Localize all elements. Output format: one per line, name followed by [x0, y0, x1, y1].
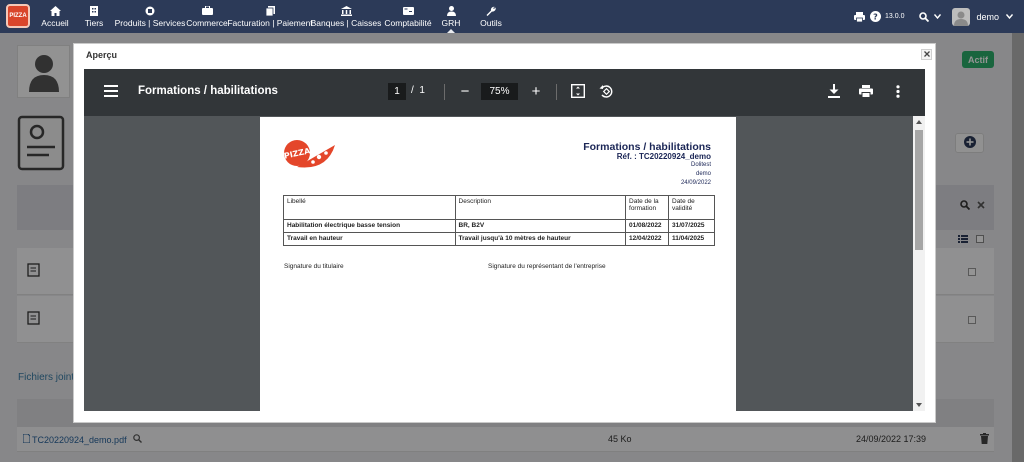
pdf-user: demo	[695, 171, 711, 177]
svg-text:?: ?	[873, 12, 878, 21]
page-separator: /	[411, 85, 414, 96]
signature-holder-label: Signature du titulaire	[284, 263, 344, 270]
column-header: Date de validité	[668, 195, 715, 220]
print-icon[interactable]	[858, 83, 874, 99]
help-icon[interactable]: ?	[869, 10, 882, 23]
menu-label: GRH	[441, 18, 461, 28]
company-logo[interactable]: PIZZA	[6, 4, 30, 28]
wrench-icon	[485, 5, 497, 16]
column-header: Date de la formation	[625, 195, 669, 220]
menu-label: Outils	[480, 18, 502, 28]
username[interactable]: demo	[976, 12, 999, 22]
top-navbar: PIZZA Accueil Tiers Produits | Services …	[0, 0, 1024, 33]
close-button[interactable]	[921, 49, 932, 60]
user-icon	[445, 5, 457, 16]
trainings-table: Libellé Description Date de la formation…	[283, 195, 715, 246]
scroll-up-arrow[interactable]	[916, 120, 922, 124]
total-pages: 1	[419, 85, 425, 96]
cell-date-formation: 01/08/2022	[625, 219, 669, 233]
menu-label: Tiers	[84, 18, 104, 28]
cube-icon	[144, 5, 156, 16]
column-header: Libellé	[283, 195, 456, 220]
page-total: / 1	[411, 85, 425, 96]
pdf-company: Dolitest	[690, 162, 711, 168]
zoom-out-button[interactable]: −	[458, 82, 472, 100]
table-row: Habilitation électrique basse tension BR…	[283, 219, 715, 233]
pdf-page: PIZZA Formations / habilitations Réf. : …	[260, 117, 736, 411]
rotate-icon[interactable]	[598, 83, 614, 99]
cell-date-validite: 11/04/2025	[668, 232, 715, 246]
pdf-viewer: Formations / habilitations 1 / 1 − 75% +…	[84, 69, 925, 411]
menu-icon[interactable]	[104, 85, 118, 97]
signature-company-label: Signature du représentant de l'entrepris…	[488, 263, 606, 270]
menu-item-tiers[interactable]: Tiers	[74, 0, 114, 33]
scroll-thumb[interactable]	[915, 130, 923, 250]
column-header: Description	[454, 195, 627, 220]
menu-item-produits-services[interactable]: Produits | Services	[114, 0, 186, 33]
version-label: 13.0.0	[885, 13, 905, 20]
pdf-scrollbar[interactable]	[913, 116, 925, 411]
pizza-logo: PIZZA	[283, 137, 338, 177]
zoom-in-button[interactable]: +	[529, 82, 543, 100]
menu-label: Commerce	[186, 18, 228, 28]
zoom-level[interactable]: 75%	[481, 83, 518, 100]
main-menu: Accueil Tiers Produits | Services Commer…	[36, 0, 516, 33]
menu-item-commerce[interactable]: Commerce	[186, 0, 228, 33]
toolbar-divider	[444, 84, 445, 100]
menu-label: Facturation | Paiement	[227, 18, 313, 28]
menu-label: Banques | Caisses	[310, 18, 382, 28]
download-icon[interactable]	[826, 83, 842, 99]
pdf-toolbar: Formations / habilitations 1 / 1 − 75% +	[84, 69, 925, 116]
bank-icon	[340, 5, 352, 16]
menu-label: Comptabilité	[384, 18, 432, 28]
scroll-down-arrow[interactable]	[916, 403, 922, 407]
building-icon	[88, 5, 100, 16]
cell-description: Travail jusqu'à 10 mètres de hauteur	[454, 232, 627, 246]
page-number-input[interactable]: 1	[388, 83, 406, 100]
menu-label: Produits | Services	[114, 18, 186, 28]
menu-item-grh[interactable]: GRH	[436, 0, 466, 33]
cell-date-formation: 12/04/2022	[625, 232, 669, 246]
menu-label: Accueil	[41, 18, 69, 28]
home-icon	[49, 5, 61, 16]
logo-text: PIZZA	[9, 13, 27, 19]
chevron-down-icon[interactable]	[1005, 10, 1014, 23]
menu-item-banques-caisses[interactable]: Banques | Caisses	[310, 0, 382, 33]
briefcase-icon	[201, 5, 213, 16]
chevron-down-icon[interactable]	[933, 10, 942, 23]
printer-icon[interactable]	[853, 10, 866, 23]
cell-libelle: Habilitation électrique basse tension	[283, 219, 456, 233]
menu-item-outils[interactable]: Outils	[466, 0, 516, 33]
cell-date-validite: 31/07/2025	[668, 219, 715, 233]
file-invoice-icon	[264, 5, 276, 16]
pdf-date: 24/09/2022	[680, 180, 711, 186]
more-options-icon[interactable]	[890, 83, 906, 99]
fit-page-icon[interactable]	[570, 83, 586, 99]
menu-item-facturation[interactable]: Facturation | Paiement	[227, 0, 313, 33]
close-icon	[923, 50, 930, 59]
pdf-reference: Réf. : TC20220924_demo	[616, 152, 711, 161]
table-row: Travail en hauteur Travail jusqu'à 10 mè…	[283, 232, 715, 246]
modal-title: Aperçu	[86, 50, 118, 60]
cell-libelle: Travail en hauteur	[283, 232, 456, 246]
user-avatar[interactable]	[952, 7, 971, 26]
navbar-tools: ? 13.0.0 demo	[850, 0, 1024, 33]
calculator-icon	[402, 5, 414, 16]
pdf-document-title: Formations / habilitations	[138, 85, 278, 97]
menu-item-accueil[interactable]: Accueil	[36, 0, 74, 33]
cell-description: BR, B2V	[454, 219, 627, 233]
toolbar-divider	[556, 84, 557, 100]
search-icon[interactable]	[917, 10, 930, 23]
menu-item-comptabilite[interactable]: Comptabilité	[380, 0, 436, 33]
